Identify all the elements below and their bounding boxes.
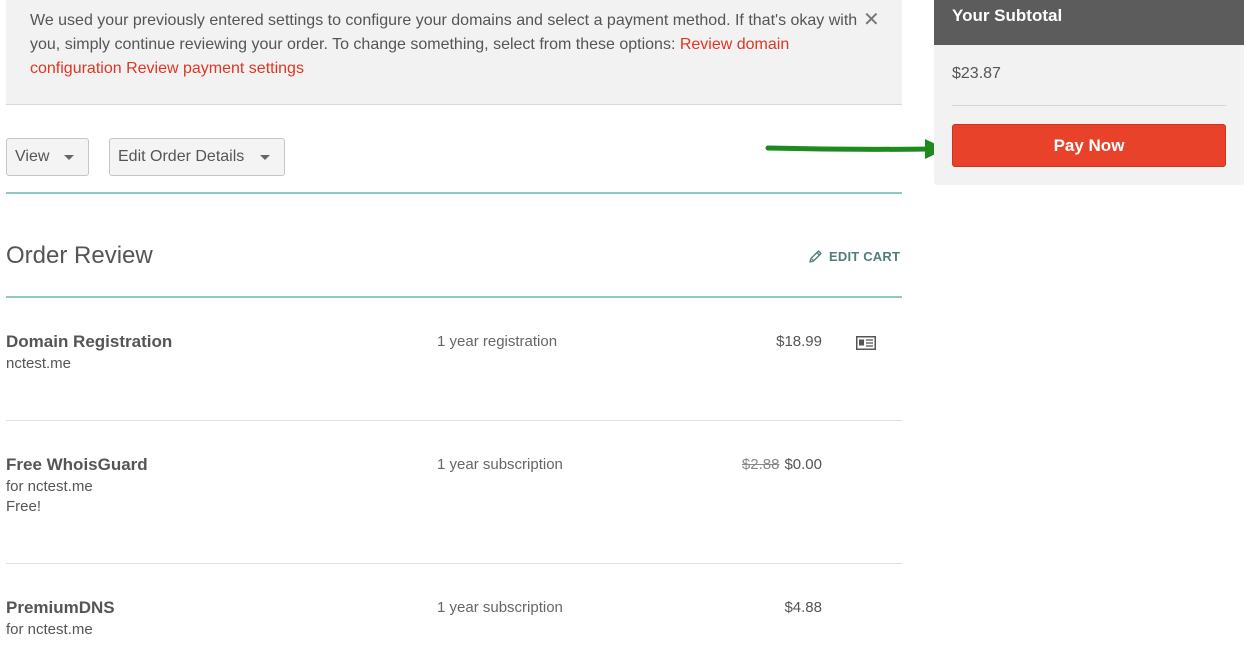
subtotal-panel: Your Subtotal $23.87 Pay Now xyxy=(934,0,1244,185)
review-payment-settings-link[interactable]: Review payment settings xyxy=(126,60,304,77)
close-icon[interactable]: ✕ xyxy=(863,10,880,30)
view-dropdown-label: View xyxy=(15,148,50,165)
item-note: Free! xyxy=(6,498,42,515)
subtotal-header: Your Subtotal xyxy=(934,0,1244,45)
notice-text: We used your previously entered settings… xyxy=(30,9,860,81)
edit-order-details-label: Edit Order Details xyxy=(118,148,245,165)
chevron-down-icon xyxy=(260,155,270,160)
edit-cart-link[interactable]: EDIT CART xyxy=(808,247,900,265)
item-price: $18.99 xyxy=(776,333,822,350)
subtotal-divider xyxy=(952,105,1226,106)
order-item-premiumdns: PremiumDNS for nctest.me 1 year subscrip… xyxy=(6,598,902,648)
green-arrow-annotation xyxy=(765,139,946,159)
chevron-down-icon xyxy=(64,155,74,160)
order-item-domain-registration: Domain Registration nctest.me 1 year reg… xyxy=(6,332,902,402)
section-divider xyxy=(6,296,902,298)
item-name: Free WhoisGuard xyxy=(6,455,148,474)
item-term: 1 year subscription xyxy=(437,456,563,473)
item-term: 1 year registration xyxy=(437,333,558,350)
edit-cart-label: EDIT CART xyxy=(829,248,901,264)
item-domain: for nctest.me xyxy=(6,478,93,495)
contact-card-icon[interactable] xyxy=(856,336,876,350)
pay-now-button[interactable]: Pay Now xyxy=(952,124,1226,167)
item-name: Domain Registration xyxy=(6,332,173,351)
notice-banner: We used your previously entered settings… xyxy=(6,0,902,105)
item-price-group: $2.88 $0.00 xyxy=(742,456,822,473)
item-name: PremiumDNS xyxy=(6,598,115,617)
item-domain: for nctest.me xyxy=(6,621,93,638)
pencil-icon xyxy=(809,249,822,263)
row-divider xyxy=(6,563,902,564)
item-price: $0.00 xyxy=(784,456,822,473)
edit-order-details-dropdown[interactable]: Edit Order Details xyxy=(109,138,285,176)
item-price: $4.88 xyxy=(784,599,822,616)
item-term: 1 year subscription xyxy=(437,599,563,616)
order-item-free-whoisguard: Free WhoisGuard for nctest.me Free! 1 ye… xyxy=(6,455,902,545)
section-divider xyxy=(6,192,902,194)
subtotal-amount: $23.87 xyxy=(952,65,1001,82)
item-original-price: $2.88 xyxy=(741,456,780,473)
item-domain: nctest.me xyxy=(6,355,72,372)
order-review-title: Order Review xyxy=(6,242,153,269)
row-divider xyxy=(6,420,902,421)
view-dropdown[interactable]: View xyxy=(6,138,89,176)
